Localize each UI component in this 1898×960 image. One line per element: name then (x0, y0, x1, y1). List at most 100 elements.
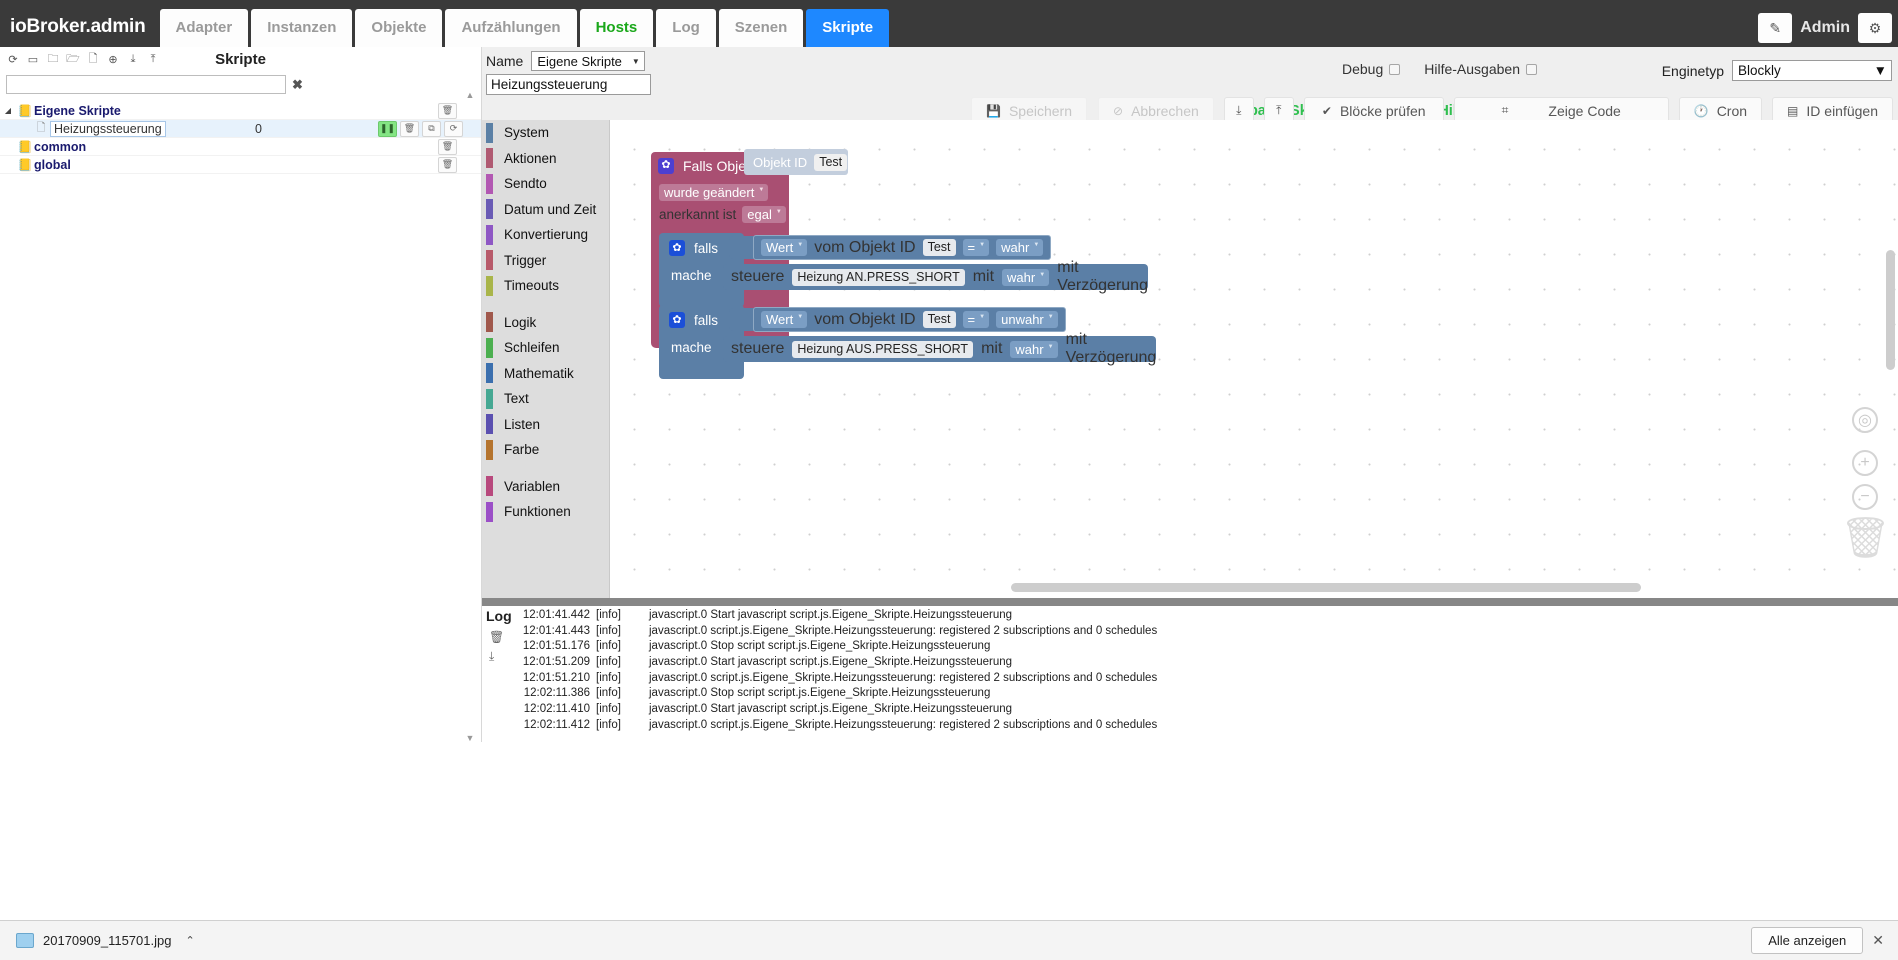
plus-icon[interactable]: + (1852, 450, 1878, 476)
toolbox-item-aktionen[interactable]: Aktionen (482, 146, 609, 172)
debug-option[interactable]: Debug (1342, 61, 1401, 77)
condition-left-dropdown[interactable]: Wert (761, 239, 808, 256)
action-value-dropdown[interactable]: wahr (1010, 340, 1058, 358)
condition-right-dropdown[interactable]: wahr (996, 239, 1044, 256)
if-block-1-header[interactable]: ✿ falls (669, 240, 718, 256)
restart-icon[interactable]: ⟳ (444, 120, 463, 137)
toolbox-item-datum-und-zeit[interactable]: Datum und Zeit (482, 197, 609, 223)
toolbox-item-logik[interactable]: Logik (482, 310, 609, 336)
copy-icon[interactable]: ⧉ (422, 120, 441, 137)
expand-arrow-icon[interactable]: ◢ (0, 106, 16, 115)
delete-icon[interactable]: 🗑 (400, 120, 419, 137)
action-target[interactable]: Heizung AN.PRESS_SHORT (792, 268, 965, 286)
tree-row-eigene-skripte[interactable]: ◢ 📒 Eigene Skripte 🗑 (0, 102, 481, 120)
tab-szenen[interactable]: Szenen (718, 9, 804, 47)
toolbox-item-sendto[interactable]: Sendto (482, 171, 609, 197)
tab-adapter[interactable]: Adapter (159, 9, 249, 47)
refresh-icon[interactable]: ⟳ (4, 50, 22, 68)
if-block-2-header[interactable]: ✿ falls (669, 312, 718, 328)
open-folder-icon[interactable]: 🗁 (64, 50, 82, 68)
tab-aufzaehlungen[interactable]: Aufzählungen (445, 9, 577, 47)
show-all-downloads-button[interactable]: Alle anzeigen (1751, 927, 1864, 954)
toolbox-item-farbe[interactable]: Farbe (482, 437, 609, 463)
tree-row-heizungssteuerung[interactable]: 🗋 Heizungssteuerung 0 ❚❚ 🗑 ⧉ ⟳ (0, 120, 481, 138)
tree-row-common[interactable]: 📒 common 🗑 (0, 138, 481, 156)
action-block-1[interactable]: steuere Heizung AN.PRESS_SHORT mit wahr … (723, 259, 1148, 294)
action-target[interactable]: Heizung AUS.PRESS_SHORT (792, 340, 974, 358)
add-icon[interactable]: ⊕ (104, 50, 122, 68)
engine-type-select[interactable]: Blockly ▼ (1732, 60, 1892, 81)
delete-icon[interactable]: 🗑 (489, 630, 504, 644)
if-block-1-condition[interactable]: Wert vom Objekt ID Test = wahr (753, 235, 1052, 260)
ack-dropdown[interactable]: egal (742, 206, 786, 223)
gear-icon[interactable]: ✿ (669, 240, 685, 256)
toolbox-item-listen[interactable]: Listen (482, 412, 609, 438)
tree-row-global[interactable]: 📒 global 🗑 (0, 156, 481, 174)
toolbox-item-schleifen[interactable]: Schleifen (482, 335, 609, 361)
toolbox-item-mathematik[interactable]: Mathematik (482, 361, 609, 387)
object-id-value[interactable]: Test (814, 153, 848, 171)
blockly-workspace[interactable]: System Aktionen Sendto Datum und Zeit Ko… (482, 120, 1898, 598)
change-mode-dropdown[interactable]: wurde geändert (659, 184, 769, 201)
action-block-2[interactable]: steuere Heizung AUS.PRESS_SHORT mit wahr… (723, 331, 1156, 366)
condition-object-id[interactable]: Test (922, 311, 956, 328)
trash-icon[interactable]: 🗑 (1840, 515, 1891, 561)
condition-operator-dropdown[interactable]: = (962, 311, 990, 328)
toolbox-item-text[interactable]: Text (482, 386, 609, 412)
gear-icon[interactable]: ✿ (669, 312, 685, 328)
close-icon[interactable]: ✕ (1872, 932, 1884, 949)
help-output-checkbox[interactable] (1526, 63, 1537, 75)
script-group-select[interactable]: Eigene Skripte ▼ (531, 51, 645, 71)
target-icon[interactable]: ◎ (1852, 407, 1878, 433)
vertical-scrollbar[interactable] (1886, 250, 1895, 370)
toolbox-item-system[interactable]: System (482, 120, 609, 146)
tree-item-label[interactable]: Heizungssteuerung (50, 120, 166, 137)
action-value-dropdown[interactable]: wahr (1002, 268, 1050, 286)
tab-instanzen[interactable]: Instanzen (251, 9, 353, 47)
download-item[interactable]: 20170909_115701.jpg (16, 933, 171, 948)
minus-icon[interactable]: − (1852, 484, 1878, 510)
scroll-down-icon[interactable]: ▼ (463, 732, 477, 744)
zoom-out-button[interactable]: − (1852, 484, 1878, 510)
download-icon[interactable]: ⤓ (489, 649, 504, 664)
import-icon[interactable]: ⤓ (124, 50, 142, 68)
toolbox-item-variablen[interactable]: Variablen (482, 474, 609, 500)
gear-icon[interactable]: ✿ (658, 157, 674, 174)
gear-icon[interactable]: ⚙ (1858, 13, 1892, 43)
tab-skripte[interactable]: Skripte (806, 9, 890, 47)
toolbox-item-funktionen[interactable]: Funktionen (482, 499, 609, 525)
tab-objekte[interactable]: Objekte (355, 9, 443, 47)
help-output-option[interactable]: Hilfe-Ausgaben (1424, 61, 1537, 77)
if-block-2-condition[interactable]: Wert vom Objekt ID Test = unwahr (753, 307, 1066, 332)
new-folder-icon[interactable]: 🗀 (44, 50, 62, 68)
tab-log[interactable]: Log (656, 9, 716, 47)
clear-search-icon[interactable]: ✖ (292, 77, 303, 93)
pause-icon[interactable]: ❚❚ (378, 120, 397, 137)
trigger-object-id-slot[interactable]: Objekt ID Test (744, 149, 848, 175)
blockly-canvas[interactable]: ✿ Falls Objekt Objekt ID Test wurde geän… (611, 120, 1898, 598)
new-file-icon[interactable]: 🗋 (84, 50, 102, 68)
log-resize-handle[interactable] (482, 598, 1898, 606)
chevron-up-icon[interactable]: ⌃ (185, 934, 194, 947)
collapse-icon[interactable]: ▭ (24, 50, 42, 68)
debug-checkbox[interactable] (1389, 63, 1401, 75)
scroll-up-icon[interactable]: ▲ (463, 89, 477, 101)
zoom-in-button[interactable]: + (1852, 450, 1878, 476)
tab-hosts[interactable]: Hosts (579, 9, 654, 47)
script-name-input[interactable] (486, 74, 651, 95)
center-workspace-button[interactable]: ◎ (1852, 407, 1878, 433)
pencil-icon[interactable]: ✎ (1758, 13, 1793, 43)
delete-icon[interactable]: 🗑 (438, 102, 457, 119)
condition-object-id[interactable]: Test (922, 239, 956, 256)
condition-right-dropdown[interactable]: unwahr (996, 311, 1058, 328)
toolbox-item-konvertierung[interactable]: Konvertierung (482, 222, 609, 248)
delete-icon[interactable]: 🗑 (438, 156, 457, 173)
condition-left-dropdown[interactable]: Wert (761, 311, 808, 328)
delete-icon[interactable]: 🗑 (438, 138, 457, 155)
search-input[interactable] (6, 75, 286, 94)
horizontal-scrollbar[interactable] (1011, 583, 1641, 592)
trigger-change-mode[interactable]: wurde geändert (659, 184, 769, 202)
condition-operator-dropdown[interactable]: = (962, 239, 990, 256)
toolbox-item-timeouts[interactable]: Timeouts (482, 273, 609, 299)
export-icon[interactable]: ⤒ (144, 50, 162, 68)
